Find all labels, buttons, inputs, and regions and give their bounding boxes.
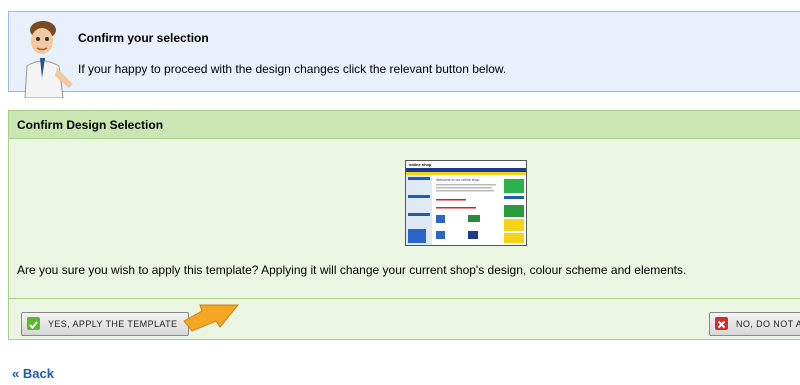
apply-template-label: YES, APPLY THE TEMPLATE xyxy=(48,319,178,329)
confirm-panel: Confirm Design Selection online shop Wel… xyxy=(8,110,800,340)
template-thumbnail: online shop Welcome to our online shop xyxy=(406,161,526,245)
do-not-apply-button[interactable]: NO, DO NOT A xyxy=(709,312,800,336)
arrow-icon xyxy=(183,304,240,332)
apply-template-button[interactable]: YES, APPLY THE TEMPLATE xyxy=(21,312,189,336)
template-preview: online shop Welcome to our online shop xyxy=(405,160,527,246)
do-not-apply-label: NO, DO NOT A xyxy=(736,319,800,329)
panel-divider xyxy=(9,298,800,299)
cartoon-man-icon xyxy=(24,21,73,98)
check-icon xyxy=(27,317,40,330)
header-title: Confirm your selection xyxy=(78,31,209,45)
panel-title: Confirm Design Selection xyxy=(9,111,800,139)
preview-shop-name: online shop xyxy=(409,162,432,167)
confirm-question: Are you sure you wish to apply this temp… xyxy=(17,263,687,277)
instruction-header: Confirm your selection If your happy to … xyxy=(8,11,800,98)
cross-icon xyxy=(715,317,728,330)
header-subtitle: If your happy to proceed with the design… xyxy=(78,62,507,76)
back-link[interactable]: « Back xyxy=(12,366,54,381)
preview-welcome: Welcome to our online shop xyxy=(436,178,479,182)
